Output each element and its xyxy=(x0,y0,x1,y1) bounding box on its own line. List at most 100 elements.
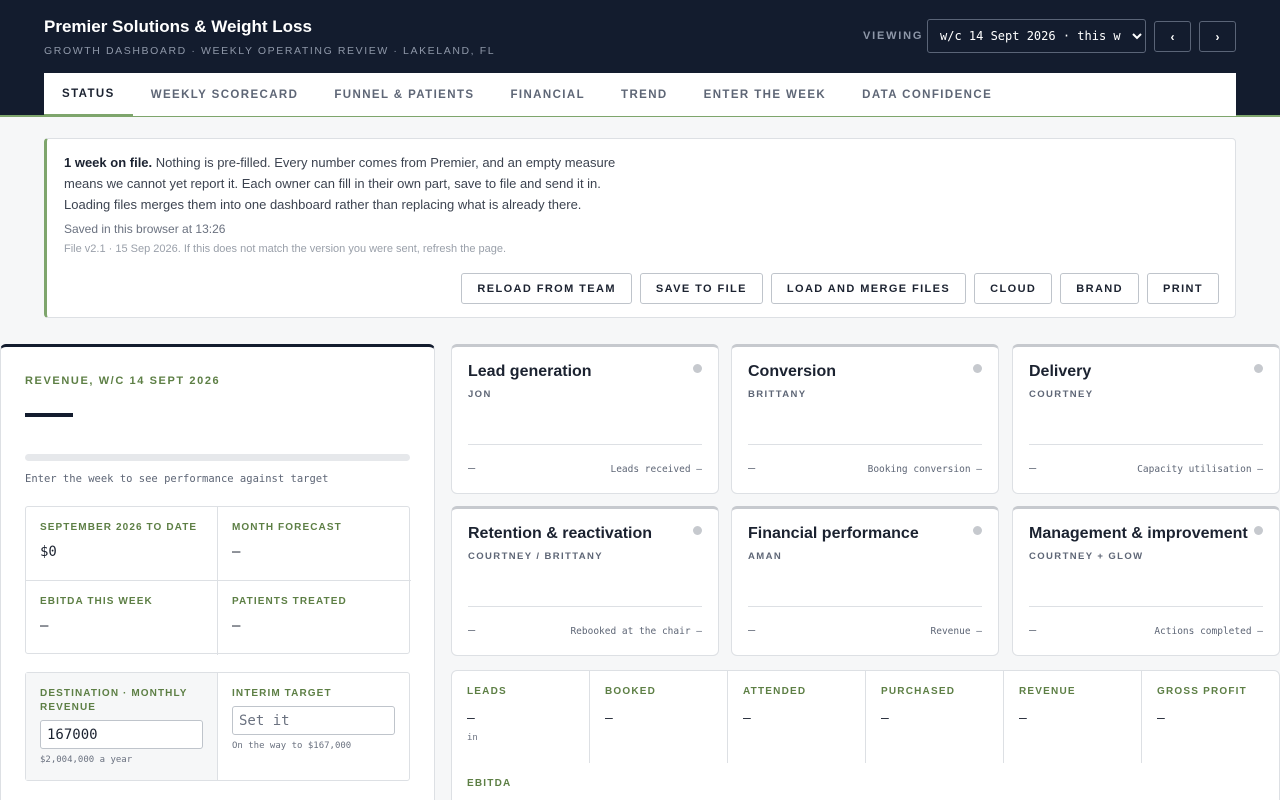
status-dot-icon xyxy=(693,526,702,535)
card-value: – xyxy=(748,460,756,475)
funnel-purchased: PURCHASED – xyxy=(866,671,1004,763)
next-week-button[interactable]: › xyxy=(1199,21,1236,52)
card-metric: Revenue – xyxy=(930,626,982,637)
funnel-value: – xyxy=(881,709,889,725)
week-select[interactable]: w/c 14 Sept 2026 · this week xyxy=(927,19,1146,53)
card-divider xyxy=(748,444,982,445)
notice-actions: RELOAD FROM TEAM SAVE TO FILE LOAD AND M… xyxy=(461,273,1219,304)
card-management-improvement[interactable]: Management & improvement COURTNEY + GLOW… xyxy=(1012,506,1280,656)
card-value: – xyxy=(468,622,476,637)
revenue-value-placeholder xyxy=(25,413,73,417)
card-owner: AMAN xyxy=(748,551,783,562)
card-metric: Leads received – xyxy=(610,464,702,475)
tab-status[interactable]: STATUS xyxy=(44,73,133,116)
stat-value: – xyxy=(232,618,241,634)
card-metric: Rebooked at the chair – xyxy=(570,626,702,637)
card-lead-generation[interactable]: Lead generation JON – Leads received – xyxy=(451,344,719,494)
status-dot-icon xyxy=(693,364,702,373)
funnel-label: PURCHASED xyxy=(881,686,956,697)
card-value: – xyxy=(468,460,476,475)
page-subtitle: GROWTH DASHBOARD · WEEKLY OPERATING REVI… xyxy=(44,45,496,57)
card-delivery[interactable]: Delivery COURTNEY – Capacity utilisation… xyxy=(1012,344,1280,494)
stat-value: $0 xyxy=(40,544,57,560)
card-owner: COURTNEY + GLOW xyxy=(1029,551,1144,562)
stat-ebitda-this-week: EBITDA THIS WEEK – xyxy=(26,581,218,655)
stat-label: PATIENTS TREATED xyxy=(232,596,347,607)
revenue-progress-text: Enter the week to see performance agains… xyxy=(25,473,329,485)
interim-label: INTERIM TARGET xyxy=(232,688,332,699)
funnel-label: LEADS xyxy=(467,686,507,697)
destination-label: DESTINATION · MONTHLY REVENUE xyxy=(40,688,188,713)
cloud-button[interactable]: CLOUD xyxy=(974,273,1053,304)
card-divider xyxy=(468,444,702,445)
funnel-value: – xyxy=(1157,709,1165,725)
card-metric: Actions completed – xyxy=(1154,626,1263,637)
funnel-value: – xyxy=(605,709,613,725)
card-financial-performance[interactable]: Financial performance AMAN – Revenue – xyxy=(731,506,999,656)
funnel-label: BOOKED xyxy=(605,686,657,697)
destination-revenue-input[interactable] xyxy=(40,720,203,749)
status-dot-icon xyxy=(1254,526,1263,535)
revenue-progress-bar xyxy=(25,454,410,461)
card-metric: Booking conversion – xyxy=(867,464,982,475)
stat-label: MONTH FORECAST xyxy=(232,522,342,533)
tab-funnel-patients[interactable]: FUNNEL & PATIENTS xyxy=(316,73,492,116)
tab-enter-the-week[interactable]: ENTER THE WEEK xyxy=(686,73,844,116)
brand-button[interactable]: BRAND xyxy=(1060,273,1139,304)
notice-lead: 1 week on file. xyxy=(64,155,153,170)
funnel-value: – xyxy=(1019,709,1027,725)
header: Premier Solutions & Weight Loss GROWTH D… xyxy=(0,0,1280,117)
card-title: Retention & reactivation xyxy=(468,525,653,542)
revenue-panel: REVENUE, W/C 14 SEPT 2026 Enter the week… xyxy=(0,344,435,800)
notice-text: 1 week on file. Nothing is pre-filled. E… xyxy=(64,152,624,215)
card-value: – xyxy=(1029,622,1037,637)
card-title: Financial performance xyxy=(748,525,919,542)
stat-month-forecast: MONTH FORECAST – xyxy=(218,507,411,581)
funnel-sub: in xyxy=(467,733,478,743)
destination-target: DESTINATION · MONTHLY REVENUE $2,004,000… xyxy=(26,673,218,780)
funnel-booked: BOOKED – xyxy=(590,671,728,763)
status-dot-icon xyxy=(973,364,982,373)
stat-label: EBITDA THIS WEEK xyxy=(40,596,153,607)
reload-from-team-button[interactable]: RELOAD FROM TEAM xyxy=(461,273,632,304)
revenue-label: REVENUE, W/C 14 SEPT 2026 xyxy=(25,375,221,387)
card-conversion[interactable]: Conversion BRITTANY – Booking conversion… xyxy=(731,344,999,494)
funnel-value: – xyxy=(743,709,751,725)
card-divider xyxy=(748,606,982,607)
card-metric: Capacity utilisation – xyxy=(1137,464,1263,475)
card-title: Conversion xyxy=(748,363,837,380)
card-owner: BRITTANY xyxy=(748,389,807,400)
viewing-label: VIEWING xyxy=(863,30,924,42)
tab-financial[interactable]: FINANCIAL xyxy=(492,73,603,116)
funnel-label: GROSS PROFIT xyxy=(1157,686,1247,697)
file-version-info: File v2.1 · 15 Sep 2026. If this does no… xyxy=(64,243,507,255)
status-dot-icon xyxy=(1254,364,1263,373)
card-divider xyxy=(468,606,702,607)
saved-status: Saved in this browser at 13:26 xyxy=(64,222,226,236)
save-to-file-button[interactable]: SAVE TO FILE xyxy=(639,273,763,304)
tab-weekly-scorecard[interactable]: WEEKLY SCORECARD xyxy=(133,73,317,116)
card-title: Lead generation xyxy=(468,363,592,380)
tab-trend[interactable]: TREND xyxy=(603,73,686,116)
previous-week-button[interactable]: ‹ xyxy=(1154,21,1191,52)
revenue-stats-grid: SEPTEMBER 2026 TO DATE $0 MONTH FORECAST… xyxy=(25,506,411,655)
funnel-ebitda-label: EBITDA xyxy=(467,778,512,789)
funnel-attended: ATTENDED – xyxy=(728,671,866,763)
tab-data-confidence[interactable]: DATA CONFIDENCE xyxy=(844,73,1010,116)
page-title: Premier Solutions & Weight Loss xyxy=(44,17,312,36)
funnel-value: – xyxy=(467,709,475,725)
card-title: Delivery xyxy=(1029,363,1092,380)
card-divider xyxy=(1029,606,1263,607)
funnel-label: ATTENDED xyxy=(743,686,807,697)
print-button[interactable]: PRINT xyxy=(1147,273,1219,304)
stat-value: – xyxy=(232,544,241,560)
interim-target: INTERIM TARGET On the way to $167,000 xyxy=(218,673,411,780)
interim-target-input[interactable] xyxy=(232,706,395,735)
card-retention-reactivation[interactable]: Retention & reactivation COURTNEY / BRIT… xyxy=(451,506,719,656)
load-and-merge-files-button[interactable]: LOAD AND MERGE FILES xyxy=(770,273,967,304)
funnel-leads: LEADS – in xyxy=(452,671,590,763)
stat-month-to-date: SEPTEMBER 2026 TO DATE $0 xyxy=(26,507,218,581)
card-owner: COURTNEY xyxy=(1029,389,1094,400)
card-value: – xyxy=(748,622,756,637)
card-title: Management & improvement xyxy=(1029,525,1248,542)
